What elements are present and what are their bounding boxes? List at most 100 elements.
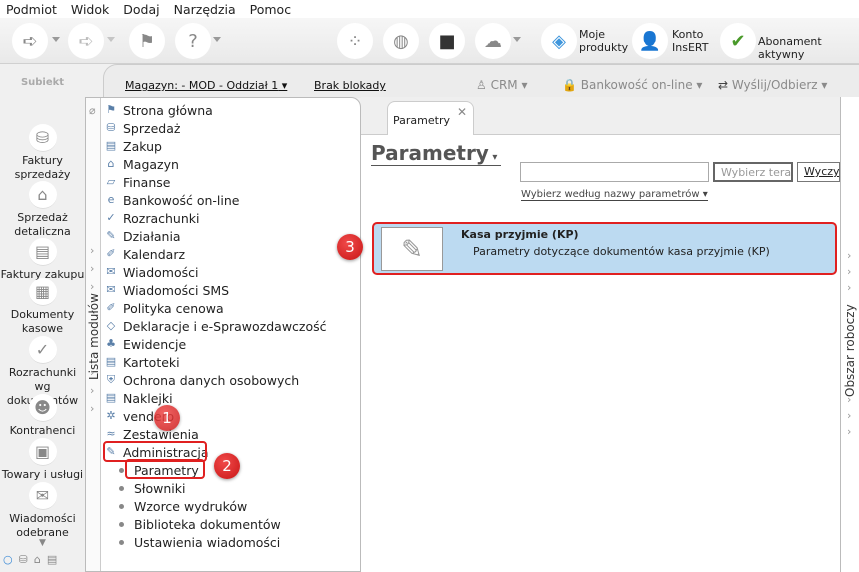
clear-button[interactable]: Wyczyść xyxy=(797,162,840,182)
nav-kontrahenci[interactable]: ☻ Kontrahenci xyxy=(0,394,85,438)
module-item[interactable]: ▤ Naklejki xyxy=(104,389,173,407)
nav-dokumenty-kasowe[interactable]: ▦ Dokumenty kasowe xyxy=(0,278,85,336)
bullet-icon xyxy=(119,521,124,527)
tab-strip: Parametry ✕ xyxy=(361,97,840,135)
menu-podmiot[interactable]: Podmiot xyxy=(6,2,57,17)
chevron-down-icon[interactable] xyxy=(107,37,115,42)
nav-sprzedaz-detaliczna[interactable]: ⌂ Sprzedaż detaliczna xyxy=(0,181,85,239)
module-item[interactable]: ♣ Ewidencje xyxy=(104,335,186,353)
nav-wiadomosci-odebrane[interactable]: ✉ Wiadomości odebrane xyxy=(0,482,85,540)
module-item[interactable]: ✉ Wiadomości SMS xyxy=(104,281,229,299)
products-icon[interactable]: ◈ xyxy=(541,23,577,59)
submodule-item[interactable]: Biblioteka dokumentów xyxy=(119,515,281,533)
tab-parametry[interactable]: Parametry ✕ xyxy=(387,101,474,135)
close-tab-icon[interactable]: ✕ xyxy=(457,105,467,119)
module-icon: ♣ xyxy=(106,337,116,350)
submodule-label: Wzorce wydruków xyxy=(134,498,248,514)
module-icon: ▤ xyxy=(105,355,117,368)
module-item[interactable]: ▱ Finanse xyxy=(104,173,171,191)
cloud-database-icon[interactable]: ☁ xyxy=(475,23,511,59)
module-label: Strona główna xyxy=(123,102,213,118)
module-icon: ✎ xyxy=(106,229,116,242)
loading-dots-icon[interactable]: ⁘ xyxy=(337,23,373,59)
module-icon: ✉ xyxy=(106,283,116,296)
basket-icon: ⌂ xyxy=(33,553,47,566)
flag-icon[interactable]: ⚑ xyxy=(129,23,165,59)
menu-narzedzia[interactable]: Narzędzia xyxy=(174,2,236,17)
lock-status-link[interactable]: Brak blokady xyxy=(314,79,386,92)
module-list-strip[interactable]: ⌀ › › › Lista modułów › › › xyxy=(86,98,101,571)
module-item[interactable]: ✓ Rozrachunki xyxy=(104,209,199,227)
module-icon: ⚑ xyxy=(106,103,116,116)
parameter-row-kp[interactable]: ✎ Kasa przyjmie (KP) Parametry dotyczące… xyxy=(372,222,837,275)
module-item[interactable]: ✉ Wiadomości xyxy=(104,263,198,281)
menu-widok[interactable]: Widok xyxy=(71,2,109,17)
globe-icon[interactable]: ◍ xyxy=(383,23,419,59)
warehouse-selector[interactable]: Magazyn: - MOD - Oddział 1 ▾ xyxy=(125,79,287,92)
documents-icon: ▤ xyxy=(28,238,57,266)
pin-icon[interactable]: ⌀ xyxy=(89,104,96,117)
nav-mini-icons[interactable]: ○⛁⌂▤ xyxy=(3,553,63,566)
scroll-down-icon[interactable]: ▼ xyxy=(0,536,85,550)
toolbar: ➪ ➪ ⚑ ? ⁘ ◍ ■ ☁ ◈ Moje produkty 👤 Konto In… xyxy=(0,18,859,64)
module-item[interactable]: ⛨ Ochrona danych osobowych xyxy=(104,371,299,389)
chevron-down-icon[interactable] xyxy=(213,37,221,42)
basket-icon: ⌂ xyxy=(28,181,57,209)
page-title[interactable]: Parametry ▾ xyxy=(371,141,502,166)
submodule-label: Biblioteka dokumentów xyxy=(134,516,281,532)
module-item[interactable]: ⌂ Magazyn xyxy=(104,155,179,173)
search-input[interactable] xyxy=(520,162,709,182)
chevron-right-icon: › xyxy=(847,409,852,422)
nav-faktury-sprzedazy[interactable]: ⛁ Faktury sprzedaży xyxy=(0,124,85,182)
module-icon: ⌂ xyxy=(107,157,115,170)
select-now-button[interactable]: Wybierz teraz xyxy=(713,162,793,182)
chevron-down-icon[interactable] xyxy=(52,37,60,42)
module-label: Finanse xyxy=(123,174,171,190)
module-item[interactable]: ✐ Kalendarz xyxy=(104,245,185,263)
insert-account-button[interactable]: Konto InsERT xyxy=(672,28,708,54)
crm-menu[interactable]: ♙ CRM ▾ xyxy=(476,78,528,92)
send-receive-menu[interactable]: ⇄ Wyślij/Odbierz ▾ xyxy=(718,78,827,92)
module-item[interactable]: ▤ Zakup xyxy=(104,137,162,155)
menu-dodaj[interactable]: Dodaj xyxy=(123,2,159,17)
forward-arrow-icon[interactable]: ➪ xyxy=(68,23,104,59)
module-icon: ✲ xyxy=(106,409,116,422)
filter-by-name-dropdown[interactable]: Wybierz według nazwy parametrów ▾ xyxy=(521,189,708,201)
module-item[interactable]: ✎ Działania xyxy=(104,227,180,245)
submodule-item[interactable]: Wzorce wydruków xyxy=(119,497,247,515)
chevron-down-icon[interactable] xyxy=(513,37,521,42)
nav-towary-uslugi[interactable]: ▣ Towary i usługi xyxy=(0,438,85,482)
document-edit-icon: ✎ xyxy=(381,227,443,271)
online-banking-menu[interactable]: 🔒 Bankowość on-line ▾ xyxy=(562,78,702,92)
module-item[interactable]: ⛁ Sprzedaż xyxy=(104,119,180,137)
module-label: Deklaracje i e-Sprawozdawczość xyxy=(123,318,327,334)
shield-check-icon[interactable]: ✔ xyxy=(720,23,756,59)
cube-icon[interactable]: ■ xyxy=(429,23,465,59)
checkmark-docs-icon: ✓ xyxy=(28,336,57,364)
envelope-icon: ✉ xyxy=(28,482,57,510)
bullet-icon xyxy=(119,503,124,509)
module-icon: ▱ xyxy=(106,175,116,188)
module-item[interactable]: ◇ Deklaracje i e-Sprawozdawczość xyxy=(104,317,327,335)
chevron-right-icon: › xyxy=(90,244,95,257)
submodule-item[interactable]: Słowniki xyxy=(119,479,185,497)
lock-icon: 🔒 xyxy=(562,78,577,92)
module-label: Ochrona danych osobowych xyxy=(123,372,300,388)
row-description: Parametry dotyczące dokumentów kasa przy… xyxy=(473,245,770,258)
module-item[interactable]: ▤ Kartoteki xyxy=(104,353,180,371)
submodule-item[interactable]: Ustawienia wiadomości xyxy=(119,533,280,551)
back-arrow-icon[interactable]: ➪ xyxy=(12,23,48,59)
nav-faktury-zakupu[interactable]: ▤ Faktury zakupu xyxy=(0,238,85,282)
module-item[interactable]: ✐ Polityka cenowa xyxy=(104,299,223,317)
bullet-icon xyxy=(119,467,124,473)
module-item[interactable]: e Bankowość on-line xyxy=(104,191,240,209)
subscription-status[interactable]: Abonament aktywny xyxy=(758,35,859,61)
workspace-strip[interactable]: › › › Obszar roboczy › › › xyxy=(840,97,859,572)
module-icon: ▤ xyxy=(105,391,117,404)
help-icon[interactable]: ? xyxy=(175,23,211,59)
chevron-right-icon: › xyxy=(847,265,852,278)
module-item[interactable]: ⚑ Strona główna xyxy=(104,101,213,119)
my-products-button[interactable]: Moje produkty xyxy=(579,28,628,54)
menu-pomoc[interactable]: Pomoc xyxy=(250,2,291,17)
insert-account-icon[interactable]: 👤 xyxy=(632,23,668,59)
